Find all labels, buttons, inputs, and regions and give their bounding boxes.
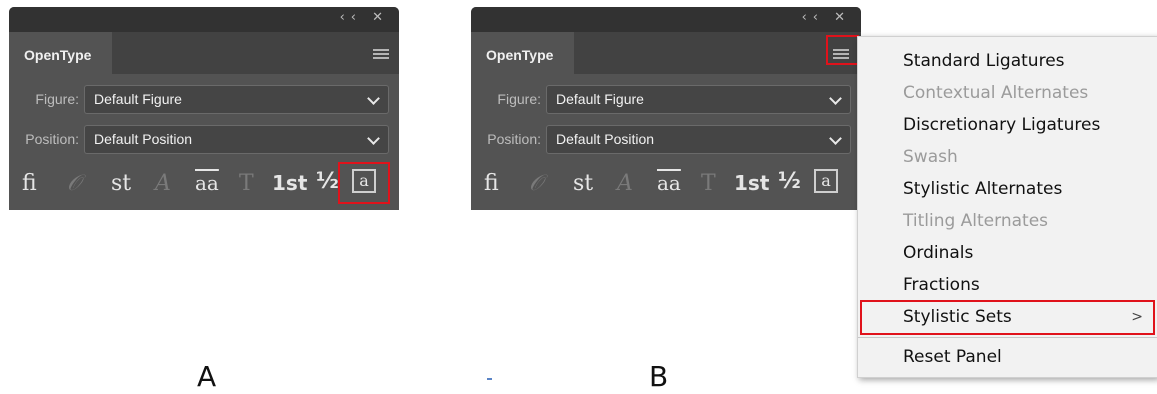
menu-item-fractions[interactable]: Fractions <box>903 275 980 295</box>
contextual-alternates-icon[interactable]: aa <box>195 171 219 195</box>
panel-tab-row: OpenType <box>471 32 861 74</box>
stylistic-sets-icon[interactable]: a <box>814 169 838 193</box>
panel-titlebar: ‹‹ ✕ <box>471 7 861 32</box>
figure-dropdown[interactable]: Default Figure <box>84 85 389 114</box>
menu-separator <box>858 337 1157 338</box>
chevron-down-icon <box>367 92 380 105</box>
standard-ligatures-icon[interactable]: fi <box>22 171 37 196</box>
opentype-panel-b: ‹‹ ✕ OpenType Figure: Default Figure Pos… <box>471 7 861 210</box>
menu-item-stylistic-alternates[interactable]: Stylistic Alternates <box>903 179 1062 199</box>
menu-item-ordinals[interactable]: Ordinals <box>903 243 973 263</box>
collapse-close-icons[interactable]: ‹‹ ✕ <box>340 10 389 25</box>
menu-item-swash: Swash <box>903 147 958 167</box>
chevron-down-icon <box>829 92 842 105</box>
swash-icon[interactable]: 𝒪 <box>529 171 543 196</box>
panel-titlebar: ‹‹ ✕ <box>9 7 399 32</box>
contextual-alternates-icon[interactable]: aa <box>657 171 681 195</box>
panel-tab-row: OpenType <box>9 32 399 74</box>
caption-a: A <box>197 360 217 393</box>
position-value: Default Position <box>556 131 655 147</box>
menu-item-standard-ligatures[interactable]: Standard Ligatures <box>903 51 1065 71</box>
figure-value: Default Figure <box>94 91 182 107</box>
position-value: Default Position <box>94 131 193 147</box>
figure-value: Default Figure <box>556 91 644 107</box>
caption-b: B <box>649 360 669 393</box>
menu-item-reset-panel[interactable]: Reset Panel <box>903 347 1002 367</box>
menu-item-contextual-alternates: Contextual Alternates <box>903 83 1089 103</box>
fractions-icon[interactable]: ½ <box>778 169 801 194</box>
position-label: Position: <box>25 131 79 147</box>
figure-label: Figure: <box>35 91 79 107</box>
highlight-stylistic-sets-button <box>338 162 390 204</box>
highlight-panel-menu-button <box>826 35 859 65</box>
chevron-down-icon <box>829 132 842 145</box>
swash-icon[interactable]: 𝒪 <box>67 171 81 196</box>
standard-ligatures-icon[interactable]: fi <box>484 171 499 196</box>
collapse-close-icons[interactable]: ‹‹ ✕ <box>802 10 851 25</box>
discretionary-ligatures-icon[interactable]: st <box>573 171 593 196</box>
ordinals-icon[interactable]: 1st <box>272 171 307 195</box>
menu-item-discretionary-ligatures[interactable]: Discretionary Ligatures <box>903 115 1100 135</box>
figure-dropdown[interactable]: Default Figure <box>546 85 851 114</box>
position-label: Position: <box>487 131 541 147</box>
position-dropdown[interactable]: Default Position <box>546 125 851 154</box>
panel-menu-icon[interactable] <box>373 49 389 61</box>
discretionary-ligatures-icon[interactable]: st <box>111 171 131 196</box>
stylistic-alternates-icon[interactable]: T <box>239 171 254 196</box>
tab-opentype[interactable]: OpenType <box>471 32 574 74</box>
menu-item-titling-alternates: Titling Alternates <box>903 211 1049 231</box>
tab-opentype[interactable]: OpenType <box>9 32 112 74</box>
ordinals-icon[interactable]: 1st <box>734 171 769 195</box>
titling-alternates-icon[interactable]: A <box>155 171 171 196</box>
highlight-stylistic-sets-item <box>860 300 1155 335</box>
figure-label: Figure: <box>497 91 541 107</box>
titling-alternates-icon[interactable]: A <box>617 171 633 196</box>
stray-mark <box>487 378 492 380</box>
chevron-down-icon <box>367 132 380 145</box>
stylistic-alternates-icon[interactable]: T <box>701 171 716 196</box>
position-dropdown[interactable]: Default Position <box>84 125 389 154</box>
fractions-icon[interactable]: ½ <box>316 169 339 194</box>
